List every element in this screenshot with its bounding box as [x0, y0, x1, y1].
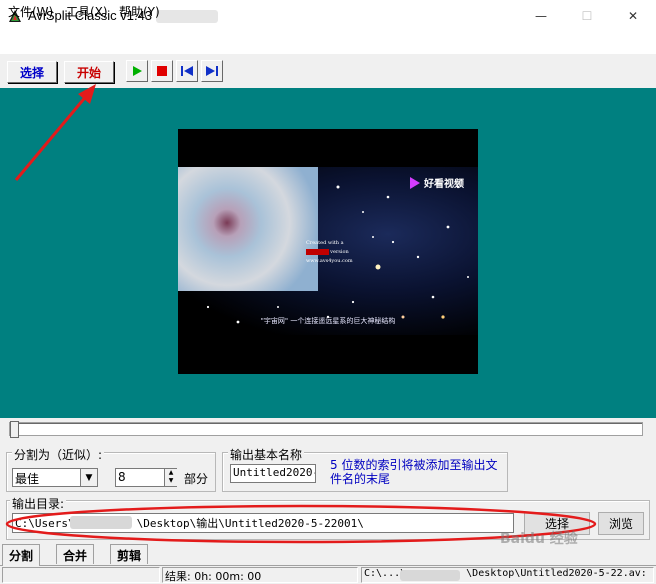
status-result: 结果: 0h: 00m: 00 [162, 567, 358, 583]
baidu-watermark: Baidu 经验 [500, 531, 578, 547]
watermark-word: version [330, 249, 349, 255]
cosmic-web-inset [178, 167, 318, 291]
stop-button[interactable] [151, 60, 173, 82]
redacted-username-blur [400, 570, 460, 581]
next-button[interactable] [201, 60, 223, 82]
minimize-button[interactable]: — [518, 0, 564, 32]
logo-play-icon [410, 177, 420, 189]
menu-tools[interactable]: 工具(X) [66, 3, 108, 20]
previous-button[interactable] [176, 60, 198, 82]
watermark-line: Created with a [306, 240, 344, 246]
output-name-hint: 5 位数的索引将被添加至输出文件名的末尾 [330, 458, 498, 486]
play-button[interactable] [126, 60, 148, 82]
maximize-button[interactable]: ☐ [564, 0, 610, 32]
annotation-arrow [14, 84, 96, 181]
spinner-icon[interactable]: ▲ ▼ [164, 469, 177, 486]
channel-logo: 好看视频 [424, 179, 464, 190]
tab-merge[interactable]: 合并 [56, 544, 95, 564]
avs-watermark: Created with a xxxxxxxx version www.avs4… [306, 239, 353, 266]
browse-button[interactable]: 浏览 [598, 512, 644, 535]
tab-split[interactable]: 分割 [2, 544, 41, 566]
slider-thumb[interactable] [10, 421, 19, 438]
watermark-line: www.avs4you.com [306, 258, 353, 264]
status-pane-empty [2, 567, 160, 583]
menu-help[interactable]: 帮助(Y) [119, 3, 160, 20]
stop-icon [157, 66, 167, 76]
menu-file[interactable]: 文件(W) [8, 3, 53, 20]
chevron-down-icon[interactable]: ▼ [80, 469, 97, 486]
skip-next-icon [206, 66, 218, 76]
split-unit-label: 部分 [184, 472, 209, 486]
video-frame: 好看视频 Created with a xxxxxxxx version www… [178, 129, 478, 374]
menu-bar [0, 32, 656, 54]
split-mode-value: 最佳 [15, 472, 40, 486]
output-name-label: 输出基本名称 [228, 446, 305, 463]
skip-previous-icon [181, 66, 193, 76]
output-name-value: Untitled2020-5 [233, 466, 315, 479]
status-file-suffix: \Desktop\Untitled2020-5-22.av: [466, 568, 647, 579]
split-label: 分割为（近似）: [12, 446, 105, 463]
split-count-value: 8 [118, 470, 126, 484]
watermark-line: xxxxxxxx version [306, 249, 349, 255]
play-icon [133, 66, 142, 76]
video-subtitle: "宇宙网" 一个连接遥远星系的巨大神秘结构 [260, 317, 396, 325]
close-button[interactable]: ✕ [610, 0, 656, 32]
tab-cut[interactable]: 剪辑 [110, 544, 149, 564]
redacted-title-suffix [156, 10, 218, 23]
position-slider[interactable] [9, 422, 643, 436]
